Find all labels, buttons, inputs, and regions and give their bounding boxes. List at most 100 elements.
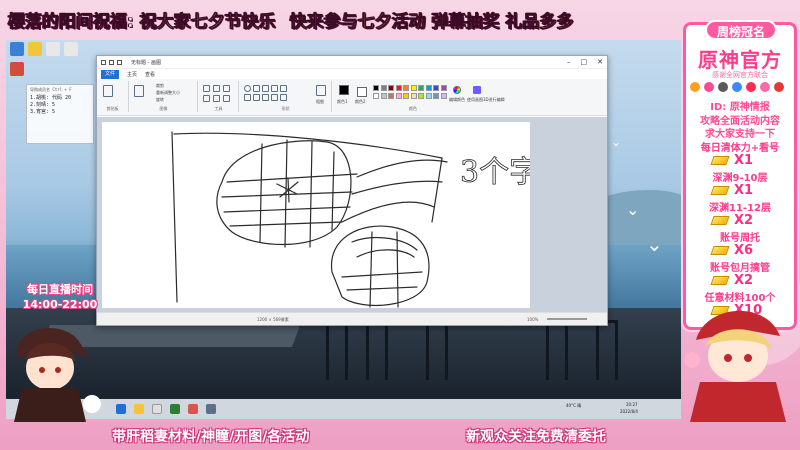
ribbon-group-shapes: 粗细 形状 (240, 81, 332, 112)
pencil-icon[interactable] (203, 85, 210, 92)
shape-star-icon[interactable] (280, 85, 287, 92)
menu-home[interactable]: 主页 (127, 71, 137, 78)
paste-icon[interactable] (103, 85, 113, 97)
color-swatch[interactable] (388, 93, 394, 99)
paint-app-icon[interactable] (206, 404, 216, 414)
redo-icon[interactable] (117, 59, 122, 65)
color1-label: 颜色1 (337, 99, 348, 104)
color-swatch[interactable] (373, 85, 379, 91)
sketch-stroke (356, 159, 448, 178)
banner-services: 带肝稻妻材料/神瞳/开图/各活动 (112, 429, 310, 445)
color-swatch[interactable] (403, 85, 409, 91)
undo-icon[interactable] (109, 59, 114, 65)
app-icon[interactable] (10, 42, 24, 56)
group-label: 图像 (159, 106, 168, 111)
paint3d-icon[interactable] (473, 86, 481, 94)
color1-swatch[interactable] (339, 85, 349, 95)
crop-button[interactable]: 裁剪 (156, 83, 164, 89)
sketch-stroke (226, 173, 358, 183)
text-icon[interactable] (223, 85, 230, 92)
start-icon[interactable] (116, 404, 126, 414)
ribbon-group-image: 裁剪 重新调整大小 旋转 图像 (130, 81, 198, 112)
color-swatch[interactable] (410, 93, 417, 99)
color-swatch[interactable] (373, 93, 379, 99)
color-swatch[interactable] (395, 85, 402, 91)
ribbon-group-colors: 颜色1 颜色2 编辑颜色 使用画图3D进行编辑 颜色 (333, 81, 505, 112)
color-swatch[interactable] (440, 85, 447, 91)
color-swatch[interactable] (433, 93, 439, 99)
canvas-size-readout: 1200 × 569像素 (257, 317, 289, 322)
desktop-icons (6, 40, 96, 90)
color-picker-icon[interactable] (213, 95, 220, 102)
color-swatch[interactable] (418, 85, 424, 91)
edit-colors-button[interactable]: 编辑颜色 (449, 97, 465, 103)
color-swatch[interactable] (395, 93, 402, 99)
panel-id: ID: 原神情报 (710, 102, 770, 113)
shape-arrow-icon[interactable] (271, 85, 278, 92)
folder-icon[interactable] (28, 42, 42, 56)
sketch-stroke (173, 132, 443, 159)
sketch-stroke (223, 206, 351, 213)
search-icon[interactable] (152, 404, 162, 414)
window-title: 无标题 - 画图 (131, 59, 161, 66)
shape-curve-icon[interactable] (253, 94, 260, 101)
file-icon[interactable] (64, 42, 78, 56)
menu-file[interactable]: 文件 (101, 69, 120, 79)
color-swatch[interactable] (425, 93, 432, 99)
character-klee (684, 310, 786, 422)
resize-button[interactable]: 重新调整大小 (156, 90, 180, 96)
app-icon[interactable] (170, 404, 180, 414)
maximize-icon[interactable]: □ (581, 58, 588, 66)
drawing-canvas[interactable]: 3个字 (102, 122, 539, 308)
close-icon[interactable]: ✕ (597, 58, 603, 66)
platform-icon (760, 82, 770, 92)
platform-icon (732, 82, 742, 92)
sketch-stroke (341, 201, 435, 223)
select-icon[interactable] (134, 85, 144, 97)
magnifier-icon[interactable] (223, 95, 230, 102)
banner-promo: 新观众关注免费清委托 (466, 429, 606, 445)
shape-polygon-icon[interactable] (262, 94, 269, 101)
eraser-icon[interactable] (203, 95, 210, 102)
size-button[interactable]: 粗细 (316, 99, 324, 105)
app-icon[interactable] (10, 62, 24, 76)
color-swatch[interactable] (433, 85, 439, 91)
shape-oval-icon[interactable] (244, 85, 251, 92)
color2-swatch[interactable] (357, 87, 367, 97)
bottom-banner: 带肝稻妻材料/神瞳/开图/各活动 新观众关注免费清委托 (0, 422, 800, 450)
color-swatch[interactable] (410, 85, 417, 91)
color-swatch[interactable] (440, 93, 447, 99)
color-swatch[interactable] (388, 85, 394, 91)
reward-label: 深渊9-10层 (712, 173, 768, 184)
reward-label: 每日清体力+看号 (700, 143, 780, 154)
menu-view[interactable]: 查看 (145, 71, 155, 78)
shape-heart-icon[interactable] (271, 94, 278, 101)
color-swatch[interactable] (380, 93, 387, 99)
minimize-icon[interactable]: – (567, 58, 571, 66)
line-width-icon[interactable] (316, 85, 326, 96)
platform-icon (704, 82, 714, 92)
sketch-stroke (369, 231, 373, 308)
shape-line-icon[interactable] (244, 94, 251, 101)
zoom-slider[interactable] (547, 318, 587, 320)
panel-title: 原神官方 (698, 48, 782, 72)
save-icon[interactable] (101, 59, 106, 65)
fill-icon[interactable] (213, 85, 220, 92)
shape-callout-icon[interactable] (280, 94, 287, 101)
rotate-button[interactable]: 旋转 (156, 97, 164, 103)
app-icon[interactable] (188, 404, 198, 414)
explorer-icon[interactable] (134, 404, 144, 414)
panel-tab: 周榜冠名 (705, 20, 777, 40)
color-swatch[interactable] (380, 85, 387, 91)
edit-3d-button[interactable]: 使用画图3D进行编辑 (467, 97, 505, 103)
color-swatch[interactable] (425, 85, 432, 91)
seagull-icon: ⌄ (611, 135, 622, 149)
shape-rect-icon[interactable] (253, 85, 260, 92)
sketch-stroke (276, 177, 299, 203)
color-swatch[interactable] (418, 93, 424, 99)
shape-triangle-icon[interactable] (262, 85, 269, 92)
color-swatch[interactable] (403, 93, 409, 99)
file-icon[interactable] (46, 42, 60, 56)
edit-colors-icon[interactable] (453, 86, 461, 94)
quantity-value: X1 (734, 153, 754, 168)
